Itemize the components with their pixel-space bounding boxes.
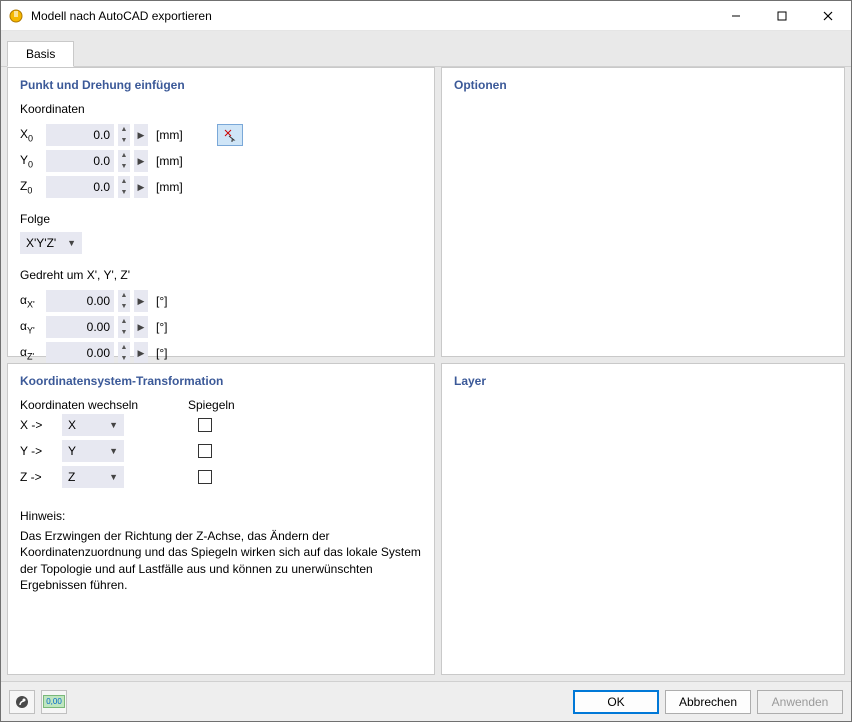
panel-layer-title: Layer xyxy=(454,374,832,388)
panel-options: Optionen xyxy=(441,67,845,357)
cancel-button[interactable]: Abbrechen xyxy=(665,690,751,714)
az-label: αZ' xyxy=(20,345,42,361)
axis-y-value: Y xyxy=(68,444,76,458)
z-input[interactable]: 0.0 xyxy=(46,176,114,198)
tab-strip: Basis xyxy=(1,31,851,67)
close-button[interactable] xyxy=(805,1,851,31)
z-label: Z0 xyxy=(20,179,42,195)
x-step[interactable]: ▶ xyxy=(134,124,148,146)
x-label: X0 xyxy=(20,127,42,143)
ok-button[interactable]: OK xyxy=(573,690,659,714)
ay-step[interactable]: ▶ xyxy=(134,316,148,338)
seq-label: Folge xyxy=(20,212,422,226)
z-step[interactable]: ▶ xyxy=(134,176,148,198)
axis-y-from: Y -> xyxy=(20,444,50,458)
axis-z-from: Z -> xyxy=(20,470,50,484)
coord-x-row: X0 0.0 ▲▼ ▶ [mm] xyxy=(20,122,422,148)
coord-label: Koordinaten xyxy=(20,102,422,116)
axis-y-row: Y -> Y ▼ xyxy=(20,438,422,464)
az-input[interactable]: 0.00 xyxy=(46,342,114,364)
x-unit: [mm] xyxy=(156,128,183,142)
units-button[interactable]: 0,00 xyxy=(41,690,67,714)
dialog-footer: 0,00 OK Abbrechen Anwenden xyxy=(1,681,851,721)
apply-button[interactable]: Anwenden xyxy=(757,690,843,714)
y-step[interactable]: ▶ xyxy=(134,150,148,172)
content-area: Punkt und Drehung einfügen Koordinaten X… xyxy=(1,67,851,681)
units-icon-text: 0,00 xyxy=(43,695,65,708)
panel-transform: Koordinatensystem-Transformation Koordin… xyxy=(7,363,435,675)
panel-insert: Punkt und Drehung einfügen Koordinaten X… xyxy=(7,67,435,357)
transform-headers: Koordinaten wechseln Spiegeln xyxy=(20,398,422,412)
dialog-window: Modell nach AutoCAD exportieren Basis Pu… xyxy=(0,0,852,722)
axis-y-select[interactable]: Y ▼ xyxy=(62,440,124,462)
chevron-down-icon: ▼ xyxy=(109,446,118,456)
panel-insert-title: Punkt und Drehung einfügen xyxy=(20,78,422,92)
seq-value: X'Y'Z' xyxy=(26,236,56,250)
hint-body: Das Erzwingen der Richtung der Z-Achse, … xyxy=(20,528,422,593)
ax-unit: [°] xyxy=(156,294,167,308)
coord-z-row: Z0 0.0 ▲▼ ▶ [mm] xyxy=(20,174,422,200)
tab-basis[interactable]: Basis xyxy=(7,41,74,67)
mirror-header: Spiegeln xyxy=(188,398,235,412)
az-unit: [°] xyxy=(156,346,167,360)
z-spinner[interactable]: ▲▼ xyxy=(118,176,130,198)
x-spinner[interactable]: ▲▼ xyxy=(118,124,130,146)
panel-transform-title: Koordinatensystem-Transformation xyxy=(20,374,422,388)
ay-input[interactable]: 0.00 xyxy=(46,316,114,338)
app-icon xyxy=(8,8,24,24)
window-buttons xyxy=(713,1,851,31)
help-button[interactable] xyxy=(9,690,35,714)
z-unit: [mm] xyxy=(156,180,183,194)
coord-y-row: Y0 0.0 ▲▼ ▶ [mm] xyxy=(20,148,422,174)
ay-unit: [°] xyxy=(156,320,167,334)
window-title: Modell nach AutoCAD exportieren xyxy=(31,9,713,23)
az-spinner[interactable]: ▲▼ xyxy=(118,342,130,364)
rot-label: Gedreht um X', Y', Z' xyxy=(20,268,422,282)
ax-label: αX' xyxy=(20,293,42,309)
ay-label: αY' xyxy=(20,319,42,335)
y-label: Y0 xyxy=(20,153,42,169)
x-input[interactable]: 0.0 xyxy=(46,124,114,146)
axis-x-row: X -> X ▼ xyxy=(20,412,422,438)
axis-z-select[interactable]: Z ▼ xyxy=(62,466,124,488)
axis-z-value: Z xyxy=(68,470,75,484)
title-bar: Modell nach AutoCAD exportieren xyxy=(1,1,851,31)
mirror-y-checkbox[interactable] xyxy=(198,444,212,458)
mirror-x-checkbox[interactable] xyxy=(198,418,212,432)
chevron-down-icon: ▼ xyxy=(109,472,118,482)
swap-header: Koordinaten wechseln xyxy=(20,398,188,412)
axis-z-row: Z -> Z ▼ xyxy=(20,464,422,490)
ax-spinner[interactable]: ▲▼ xyxy=(118,290,130,312)
mirror-z-checkbox[interactable] xyxy=(198,470,212,484)
maximize-button[interactable] xyxy=(759,1,805,31)
y-spinner[interactable]: ▲▼ xyxy=(118,150,130,172)
y-unit: [mm] xyxy=(156,154,183,168)
rot-ay-row: αY' 0.00 ▲▼ ▶ [°] xyxy=(20,314,422,340)
ax-input[interactable]: 0.00 xyxy=(46,290,114,312)
ay-spinner[interactable]: ▲▼ xyxy=(118,316,130,338)
axis-x-from: X -> xyxy=(20,418,50,432)
rot-ax-row: αX' 0.00 ▲▼ ▶ [°] xyxy=(20,288,422,314)
y-input[interactable]: 0.0 xyxy=(46,150,114,172)
chevron-down-icon: ▼ xyxy=(109,420,118,430)
axis-x-select[interactable]: X ▼ xyxy=(62,414,124,436)
panel-layer: Layer xyxy=(441,363,845,675)
az-step[interactable]: ▶ xyxy=(134,342,148,364)
seq-select[interactable]: X'Y'Z' ▼ xyxy=(20,232,82,254)
hint-title: Hinweis: xyxy=(20,508,422,524)
pick-point-button[interactable] xyxy=(217,124,243,146)
panel-options-title: Optionen xyxy=(454,78,832,92)
axis-x-value: X xyxy=(68,418,76,432)
ax-step[interactable]: ▶ xyxy=(134,290,148,312)
minimize-button[interactable] xyxy=(713,1,759,31)
chevron-down-icon: ▼ xyxy=(67,238,76,248)
hint-block: Hinweis: Das Erzwingen der Richtung der … xyxy=(20,508,422,593)
